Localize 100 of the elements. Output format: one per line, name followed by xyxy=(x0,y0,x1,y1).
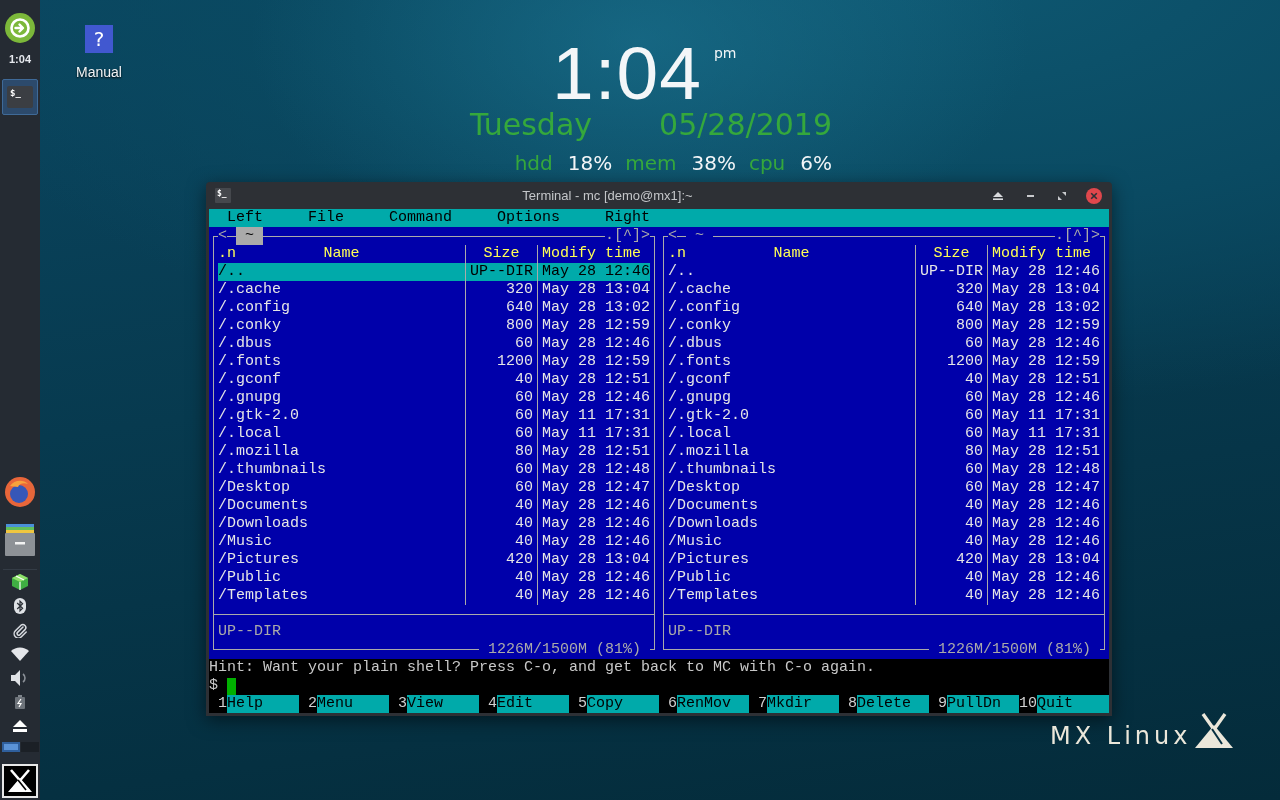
file-row[interactable]: /.config 640 May 28 13:02 xyxy=(218,299,650,317)
globe-icon[interactable] xyxy=(5,477,35,507)
file-size: 800 xyxy=(915,317,987,335)
eject-icon[interactable] xyxy=(993,191,1003,200)
taskbar-window-button[interactable]: $_ xyxy=(2,79,38,115)
file-row[interactable]: /.conky 800 May 28 12:59 xyxy=(218,317,650,335)
file-row[interactable]: /.conky 800 May 28 12:59 xyxy=(668,317,1100,335)
function-key-button[interactable]: PullDn xyxy=(947,695,1019,713)
file-size: 640 xyxy=(915,299,987,317)
hint-text: Hint: Want your plain shell? Press C-o, and get back to MC with C-o again. xyxy=(209,659,876,677)
expand-icon[interactable] xyxy=(1058,191,1066,200)
arrow-circle-icon[interactable] xyxy=(5,13,35,43)
file-date: May 28 12:46 xyxy=(537,587,650,605)
file-row[interactable]: /.mozilla 80 May 28 12:51 xyxy=(668,443,1100,461)
file-row[interactable]: /Pictures 420 May 28 13:04 xyxy=(218,551,650,569)
paperclip-icon[interactable] xyxy=(12,622,28,638)
minus-icon[interactable] xyxy=(1026,194,1034,197)
mini-status: UP--DIR xyxy=(218,623,281,641)
file-date: May 28 12:46 xyxy=(537,569,650,587)
file-row[interactable]: /.dbus 60 May 28 12:46 xyxy=(218,335,650,353)
file-name: /Documents xyxy=(668,497,759,515)
file-row[interactable]: /.thumbnails 60 May 28 12:48 xyxy=(668,461,1100,479)
column-header: Name xyxy=(323,245,360,263)
stat-label: cpu xyxy=(748,151,786,175)
file-row[interactable]: /Music 40 May 28 12:46 xyxy=(218,533,650,551)
file-name: /.conky xyxy=(668,317,732,335)
file-date: May 11 17:31 xyxy=(987,425,1100,443)
file-name: /Desktop xyxy=(668,479,741,497)
file-date: May 28 12:47 xyxy=(537,479,650,497)
panel-path[interactable]: ~ xyxy=(236,227,264,245)
file-date: May 28 12:46 xyxy=(537,533,650,551)
question-mark-icon[interactable]: ? xyxy=(85,25,113,53)
panel-nav-controls[interactable]: .[^]> xyxy=(1055,227,1100,245)
file-size: 40 xyxy=(465,497,537,515)
file-row[interactable]: /.local 60 May 11 17:31 xyxy=(218,425,650,443)
file-row[interactable]: /.. UP--DIR May 28 12:46 xyxy=(668,263,1100,281)
file-row[interactable]: /.dbus 60 May 28 12:46 xyxy=(668,335,1100,353)
file-row[interactable]: /Templates 40 May 28 12:46 xyxy=(668,587,1100,605)
file-row[interactable]: /.fonts 1200 May 28 12:59 xyxy=(218,353,650,371)
function-key-button[interactable]: Copy xyxy=(587,695,659,713)
function-key-number: 6 xyxy=(667,695,677,713)
menu-item[interactable]: Options xyxy=(479,209,579,227)
file-row[interactable]: /Documents 40 May 28 12:46 xyxy=(668,497,1100,515)
file-row[interactable]: /.gnupg 60 May 28 12:46 xyxy=(668,389,1100,407)
mini-status: UP--DIR xyxy=(668,623,731,641)
workspace-thumbnail[interactable] xyxy=(1,742,20,752)
menu-item[interactable]: Right xyxy=(587,209,669,227)
wifi-icon[interactable] xyxy=(11,647,29,661)
menu-item[interactable]: Left xyxy=(209,209,281,227)
file-drawer-icon[interactable] xyxy=(5,524,35,556)
file-row[interactable]: /.fonts 1200 May 28 12:59 xyxy=(668,353,1100,371)
file-row[interactable]: /.. UP--DIR May 28 12:46 xyxy=(218,263,650,281)
file-row[interactable]: /Downloads 40 May 28 12:46 xyxy=(218,515,650,533)
file-row[interactable]: /.config 640 May 28 13:02 xyxy=(668,299,1100,317)
file-row[interactable]: /Documents 40 May 28 12:46 xyxy=(218,497,650,515)
bluetooth-icon[interactable] xyxy=(14,598,26,614)
panel-nav-controls[interactable]: .[^]> xyxy=(605,227,650,245)
file-row[interactable]: /.cache 320 May 28 13:04 xyxy=(218,281,650,299)
file-name: /.gconf xyxy=(668,371,732,389)
file-row[interactable]: /.local 60 May 11 17:31 xyxy=(668,425,1100,443)
package-icon[interactable] xyxy=(11,573,29,591)
file-row[interactable]: /Public 40 May 28 12:46 xyxy=(668,569,1100,587)
file-row[interactable]: /.cache 320 May 28 13:04 xyxy=(668,281,1100,299)
function-key-button[interactable]: View xyxy=(407,695,479,713)
file-date: May 28 12:46 xyxy=(537,389,650,407)
function-key-button[interactable]: Edit xyxy=(497,695,569,713)
file-row[interactable]: /.gtk-2.0 60 May 11 17:31 xyxy=(218,407,650,425)
file-size: 60 xyxy=(465,461,537,479)
file-row[interactable]: /Desktop 60 May 28 12:47 xyxy=(668,479,1100,497)
function-key-button[interactable]: Help xyxy=(227,695,299,713)
speaker-icon[interactable] xyxy=(11,670,29,686)
function-key-button[interactable]: RenMov xyxy=(677,695,749,713)
desktop-icon-label[interactable]: Manual xyxy=(76,64,122,81)
file-size: 640 xyxy=(465,299,537,317)
menu-item[interactable]: File xyxy=(290,209,363,227)
function-key-button[interactable]: Delete xyxy=(857,695,929,713)
start-menu-button[interactable] xyxy=(2,764,38,798)
stat-value: 38% xyxy=(691,151,736,175)
close-icon[interactable] xyxy=(1086,187,1102,204)
file-row[interactable]: /Pictures 420 May 28 13:04 xyxy=(668,551,1100,569)
file-row[interactable]: /Desktop 60 May 28 12:47 xyxy=(218,479,650,497)
file-row[interactable]: /Downloads 40 May 28 12:46 xyxy=(668,515,1100,533)
battery-icon[interactable] xyxy=(15,695,25,709)
file-row[interactable]: /.gnupg 60 May 28 12:46 xyxy=(218,389,650,407)
function-key-button[interactable]: Mkdir xyxy=(767,695,839,713)
file-row[interactable]: /Templates 40 May 28 12:46 xyxy=(218,587,650,605)
file-row[interactable]: /Music 40 May 28 12:46 xyxy=(668,533,1100,551)
file-row[interactable]: /Public 40 May 28 12:46 xyxy=(218,569,650,587)
file-row[interactable]: /.gtk-2.0 60 May 11 17:31 xyxy=(668,407,1100,425)
function-key-button[interactable]: Quit xyxy=(1037,695,1109,713)
file-name: /.. xyxy=(218,263,246,281)
file-row[interactable]: /.mozilla 80 May 28 12:51 xyxy=(218,443,650,461)
file-date: May 28 12:59 xyxy=(987,317,1100,335)
eject-icon[interactable] xyxy=(13,720,27,732)
file-row[interactable]: /.thumbnails 60 May 28 12:48 xyxy=(218,461,650,479)
menu-item[interactable]: Command xyxy=(371,209,471,227)
file-row[interactable]: /.gconf 40 May 28 12:51 xyxy=(218,371,650,389)
workspace-thumbnail[interactable] xyxy=(20,742,39,752)
function-key-button[interactable]: Menu xyxy=(317,695,389,713)
file-row[interactable]: /.gconf 40 May 28 12:51 xyxy=(668,371,1100,389)
